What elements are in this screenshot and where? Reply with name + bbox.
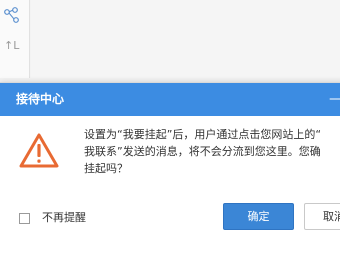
dont-remind-label[interactable]: 不再提醒 bbox=[42, 211, 86, 225]
background-content bbox=[31, 0, 340, 78]
background-sidebar: ↑L bbox=[0, 0, 30, 78]
message-line: 挂起吗？ bbox=[84, 162, 128, 175]
message-line: 我联系”发送的消息，将不会分流到您这里。您确 bbox=[84, 145, 321, 158]
dont-remind-row[interactable]: 不再提醒 bbox=[19, 210, 86, 226]
message-line: 设置为“我要挂起”后，用户通过点击您网站上的“ bbox=[84, 128, 322, 141]
dont-remind-checkbox[interactable] bbox=[19, 212, 30, 224]
page: ↑L 接待中心 — 设置为“我要挂起”后，用户通过点击您网站上的“ 我联系”发送的… bbox=[0, 0, 340, 255]
sidebar-sort-icon[interactable]: ↑L bbox=[4, 40, 19, 52]
dialog-header: 接待中心 — bbox=[0, 83, 340, 116]
warning-triangle-icon bbox=[19, 133, 59, 169]
confirm-button[interactable]: 确定 bbox=[223, 203, 294, 230]
dialog-message: 设置为“我要挂起”后，用户通过点击您网站上的“ 我联系”发送的消息，将不会分流到您… bbox=[84, 126, 340, 177]
confirm-dialog: 接待中心 — 设置为“我要挂起”后，用户通过点击您网站上的“ 我联系”发送的消息，… bbox=[0, 82, 340, 255]
cancel-button[interactable]: 取消 bbox=[304, 203, 340, 230]
dialog-title: 接待中心 bbox=[16, 92, 65, 106]
close-icon[interactable]: — bbox=[329, 91, 340, 107]
nodes-icon[interactable] bbox=[2, 4, 24, 26]
